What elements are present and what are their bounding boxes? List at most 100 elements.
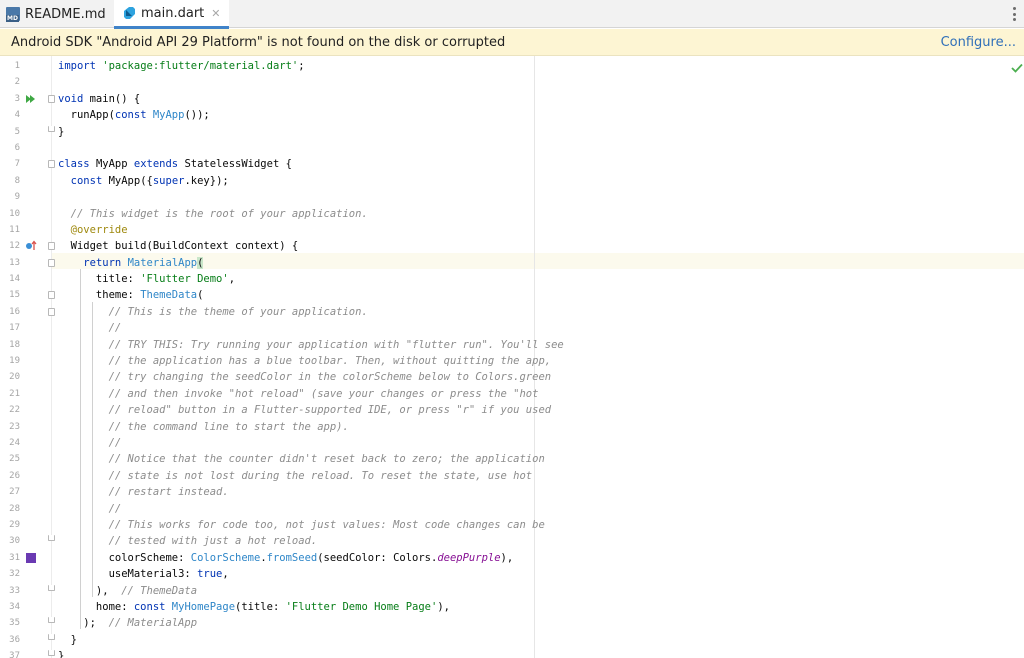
- code-line: 20 // try changing the seedColor in the …: [0, 369, 1024, 385]
- line-number: 15: [9, 290, 20, 301]
- color-swatch-icon[interactable]: [26, 552, 36, 563]
- line-number: 21: [9, 388, 20, 399]
- line-number: 4: [14, 110, 20, 121]
- line-number: 17: [9, 323, 20, 334]
- code-text: @override: [70, 223, 128, 236]
- fold-toggle-icon[interactable]: [48, 291, 55, 300]
- fold-end-icon[interactable]: [48, 650, 55, 657]
- code-line: 25 // Notice that the counter didn't res…: [0, 451, 1024, 467]
- code-text: void main() {: [58, 92, 141, 105]
- code-text: }: [58, 125, 65, 138]
- code-editor[interactable]: 1 import 'package:flutter/material.dart'…: [0, 56, 1024, 658]
- code-text: colorScheme: ColorScheme.fromSeed(seedCo…: [58, 551, 514, 564]
- line-number: 24: [9, 437, 20, 448]
- line-number: 35: [9, 618, 20, 629]
- code-text: // and then invoke "hot reload" (save yo…: [108, 387, 539, 400]
- line-number: 13: [9, 257, 20, 268]
- code-line: 10 // This widget is the root of your ap…: [0, 206, 1024, 222]
- code-text: class MyApp extends StatelessWidget {: [58, 158, 292, 171]
- code-line: 32 useMaterial3: true,: [0, 566, 1024, 582]
- code-lines: 1 import 'package:flutter/material.dart'…: [0, 56, 1024, 658]
- line-number: 29: [9, 519, 20, 530]
- line-number: 10: [9, 208, 20, 219]
- code-text: // try changing the seedColor in the col…: [108, 371, 552, 384]
- line-number: 30: [9, 536, 20, 547]
- line-number: 11: [9, 224, 20, 235]
- code-text: // This is the theme of your application…: [108, 305, 368, 318]
- fold-toggle-icon[interactable]: [48, 160, 55, 169]
- line-number: 26: [9, 470, 20, 481]
- code-text: // state is not lost during the reload. …: [108, 469, 533, 482]
- fold-toggle-icon[interactable]: [48, 307, 55, 316]
- code-text: // reload" button in a Flutter-supported…: [108, 404, 552, 417]
- code-line: 26 // state is not lost during the reloa…: [0, 468, 1024, 484]
- tab-main-dart[interactable]: main.dart ✕: [114, 0, 229, 29]
- fold-end-icon[interactable]: [48, 535, 55, 542]
- code-line: 21 // and then invoke "hot reload" (save…: [0, 386, 1024, 402]
- fold-toggle-icon[interactable]: [48, 242, 55, 251]
- code-line: 14 title: 'Flutter Demo',: [0, 271, 1024, 287]
- line-number: 36: [9, 634, 20, 645]
- code-line: 6: [0, 140, 1024, 156]
- more-tabs-menu-icon[interactable]: [1012, 7, 1016, 21]
- fold-end-icon[interactable]: [48, 584, 55, 591]
- code-line: 8 const MyApp({super.key});: [0, 173, 1024, 189]
- fold-end-icon[interactable]: [48, 125, 55, 132]
- code-line: 35 ); // MaterialApp: [0, 615, 1024, 631]
- override-method-icon[interactable]: [25, 240, 37, 252]
- line-number: 22: [9, 405, 20, 416]
- code-text: }: [58, 650, 65, 658]
- code-text: home: const MyHomePage(title: 'Flutter D…: [58, 600, 450, 613]
- tab-readme[interactable]: README.md ✕: [6, 0, 122, 28]
- line-number: 18: [9, 339, 20, 350]
- code-line: 36 }: [0, 632, 1024, 648]
- line-number: 27: [9, 487, 20, 498]
- line-number: 23: [9, 421, 20, 432]
- fold-end-icon[interactable]: [48, 617, 55, 624]
- code-line: 34 home: const MyHomePage(title: 'Flutte…: [0, 599, 1024, 615]
- code-text: return MaterialApp(: [83, 256, 204, 269]
- line-number: 34: [9, 601, 20, 612]
- code-text: ); // MaterialApp: [58, 617, 198, 630]
- line-number: 5: [14, 126, 20, 137]
- code-line: 11 @override: [0, 222, 1024, 238]
- code-line: 9: [0, 189, 1024, 205]
- code-line: 2: [0, 74, 1024, 90]
- line-number: 8: [14, 175, 20, 186]
- line-number: 33: [9, 585, 20, 596]
- line-number: 12: [9, 241, 20, 252]
- line-number: 2: [14, 77, 20, 88]
- line-number: 16: [9, 306, 20, 317]
- code-line: 24 //: [0, 435, 1024, 451]
- editor-tab-bar: README.md ✕ main.dart ✕: [0, 0, 1024, 29]
- code-text: // restart instead.: [108, 486, 229, 499]
- line-number: 7: [14, 159, 20, 170]
- code-line: 3 void main() {: [0, 91, 1024, 107]
- fold-toggle-icon[interactable]: [48, 258, 55, 267]
- banner-message: Android SDK "Android API 29 Platform" is…: [11, 34, 506, 50]
- code-line: 29 // This works for code too, not just …: [0, 517, 1024, 533]
- code-line: 7 class MyApp extends StatelessWidget {: [0, 156, 1024, 172]
- code-text: import 'package:flutter/material.dart';: [58, 60, 305, 72]
- close-icon[interactable]: ✕: [211, 7, 220, 20]
- code-line: 22 // reload" button in a Flutter-suppor…: [0, 402, 1024, 418]
- run-main-icon[interactable]: [26, 94, 36, 104]
- code-text: // the application has a blue toolbar. T…: [108, 355, 552, 368]
- code-text: title: 'Flutter Demo',: [58, 273, 236, 286]
- code-line: 37 }: [0, 648, 1024, 658]
- code-text: // tested with just a hot reload.: [108, 535, 318, 548]
- code-line: 16 // This is the theme of your applicat…: [0, 304, 1024, 320]
- line-number: 14: [9, 274, 20, 285]
- fold-toggle-icon[interactable]: [48, 94, 55, 103]
- line-number: 28: [9, 503, 20, 514]
- fold-end-icon[interactable]: [48, 633, 55, 640]
- editor-scrollbar[interactable]: [1016, 56, 1024, 658]
- line-number: 1: [14, 61, 20, 71]
- code-line: 30 // tested with just a hot reload.: [0, 533, 1024, 549]
- code-text: Widget build(BuildContext context) {: [58, 240, 299, 253]
- line-number: 3: [14, 93, 20, 104]
- markdown-file-icon: [6, 7, 20, 22]
- code-text: useMaterial3: true,: [58, 568, 229, 581]
- code-line: 27 // restart instead.: [0, 484, 1024, 500]
- configure-link[interactable]: Configure...: [941, 35, 1016, 50]
